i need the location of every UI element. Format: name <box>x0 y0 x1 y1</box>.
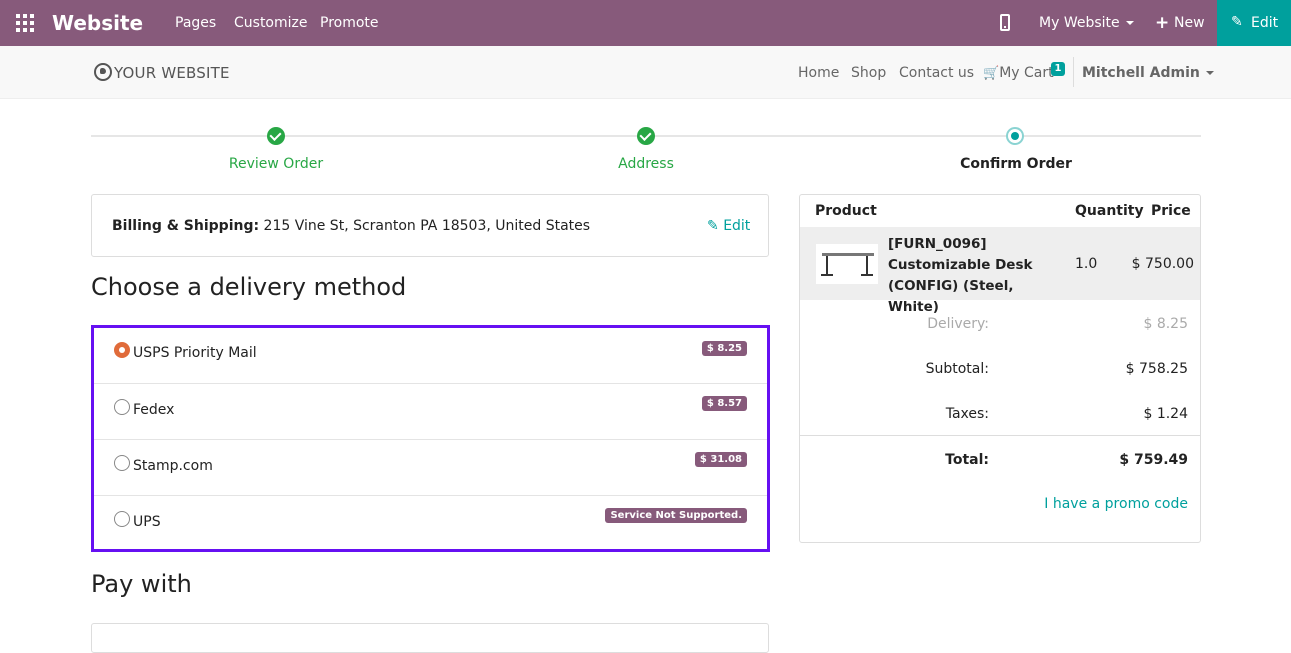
carrier-price-badge: $ 8.25 <box>701 341 747 356</box>
app-name[interactable]: Website <box>52 11 143 35</box>
delivery-label: Delivery: <box>927 316 989 332</box>
header-quantity: Quantity <box>1075 203 1144 219</box>
menu-pages[interactable]: Pages <box>175 15 216 31</box>
edit-button-label: Edit <box>1251 15 1279 31</box>
taxes-label: Taxes: <box>945 406 989 422</box>
carrier-price-badge: $ 8.57 <box>701 396 747 411</box>
payment-methods-card <box>91 623 769 653</box>
nav-divider <box>1073 57 1074 87</box>
product-price: $ 750.00 <box>1131 256 1194 272</box>
product-quantity: 1.0 <box>1075 256 1098 272</box>
step-confirm-current-icon <box>1006 127 1024 145</box>
carrier-option[interactable]: Fedex $ 8.57 <box>94 384 767 440</box>
step-review-order[interactable]: Review Order <box>186 156 366 172</box>
chevron-down-icon <box>1205 71 1214 75</box>
mobile-preview-icon[interactable] <box>1000 14 1010 31</box>
user-name: Mitchell Admin <box>1082 65 1200 81</box>
carrier-name: UPS <box>133 514 161 530</box>
carrier-radio[interactable] <box>114 511 130 527</box>
carrier-radio[interactable] <box>114 399 130 415</box>
billing-edit-label: Edit <box>723 218 751 234</box>
cart-icon: 🛒 <box>983 66 1000 81</box>
nav-shop[interactable]: Shop <box>851 65 886 81</box>
product-name: [FURN_0096] Customizable Desk (CONFIG) (… <box>888 236 1033 315</box>
total-label: Total: <box>945 452 989 468</box>
pay-with-heading: Pay with <box>91 570 192 598</box>
nav-home[interactable]: Home <box>798 65 839 81</box>
total-divider <box>800 435 1200 436</box>
carrier-name: Stamp.com <box>133 458 213 474</box>
cart-label: My Cart <box>999 65 1054 81</box>
carrier-name: Fedex <box>133 402 175 418</box>
cart-count-badge: 1 <box>1051 62 1065 76</box>
billing-edit-link[interactable]: ✎ Edit <box>707 218 750 234</box>
logo-text: YOUR WEBSITE <box>114 64 230 82</box>
apps-icon[interactable] <box>16 14 34 32</box>
header-product: Product <box>815 203 877 219</box>
carrier-option[interactable]: USPS Priority Mail $ 8.25 <box>94 328 767 384</box>
carrier-option[interactable]: Stamp.com $ 31.08 <box>94 440 767 496</box>
menu-promote[interactable]: Promote <box>320 15 379 31</box>
website-selector[interactable]: My Website <box>1039 15 1134 31</box>
step-review-check-icon <box>267 127 285 145</box>
new-button[interactable]: New <box>1174 15 1205 31</box>
website-selector-label: My Website <box>1039 15 1120 31</box>
promo-code-link[interactable]: I have a promo code <box>1044 496 1188 512</box>
order-line-row: [FURN_0096] Customizable Desk (CONFIG) (… <box>800 227 1200 315</box>
subtotal-label: Subtotal: <box>925 361 989 377</box>
subtotal-value: $ 758.25 <box>1125 361 1188 377</box>
carrier-name: USPS Priority Mail <box>133 345 257 361</box>
billing-shipping-label: Billing & Shipping: <box>112 218 260 234</box>
delivery-value: $ 8.25 <box>1143 316 1188 332</box>
total-value: $ 759.49 <box>1119 452 1188 468</box>
billing-shipping-address: 215 Vine St, Scranton PA 18503, United S… <box>259 218 591 234</box>
pencil-icon: ✎ <box>1231 14 1243 30</box>
billing-shipping-text: Billing & Shipping: 215 Vine St, Scranto… <box>112 218 590 234</box>
admin-bar: Website Pages Customize Promote My Websi… <box>0 0 1291 46</box>
nav-my-cart[interactable]: 🛒My Cart <box>983 65 1054 81</box>
site-header: YOUR WEBSITE Home Shop Contact us 🛒My Ca… <box>0 46 1291 99</box>
carrier-price-badge: $ 31.08 <box>694 452 747 467</box>
product-thumbnail <box>815 243 879 285</box>
nav-contact-us[interactable]: Contact us <box>899 65 974 81</box>
carrier-radio[interactable] <box>114 455 130 471</box>
header-price: Price <box>1151 203 1191 219</box>
carrier-status-badge: Service Not Supported. <box>605 508 747 523</box>
taxes-value: $ 1.24 <box>1143 406 1188 422</box>
delivery-heading: Choose a delivery method <box>91 273 407 301</box>
step-confirm-order: Confirm Order <box>960 156 1072 172</box>
billing-shipping-card: Billing & Shipping: 215 Vine St, Scranto… <box>91 194 769 257</box>
user-menu[interactable]: Mitchell Admin <box>1082 65 1214 81</box>
site-logo[interactable]: YOUR WEBSITE <box>94 63 230 82</box>
edit-icon: ✎ <box>707 218 719 234</box>
step-address[interactable]: Address <box>556 156 736 172</box>
plus-icon[interactable]: + <box>1155 13 1169 33</box>
edit-button[interactable]: ✎ Edit <box>1217 0 1291 46</box>
delivery-method-list: USPS Priority Mail $ 8.25 Fedex $ 8.57 S… <box>91 325 770 552</box>
carrier-option[interactable]: UPS Service Not Supported. <box>94 496 767 549</box>
order-summary: Product Quantity Price [FURN_0096] Custo… <box>799 194 1201 543</box>
step-address-check-icon <box>637 127 655 145</box>
carrier-radio-selected[interactable] <box>114 342 130 358</box>
globe-icon <box>94 63 112 81</box>
menu-customize[interactable]: Customize <box>234 15 308 31</box>
chevron-down-icon <box>1125 21 1134 25</box>
